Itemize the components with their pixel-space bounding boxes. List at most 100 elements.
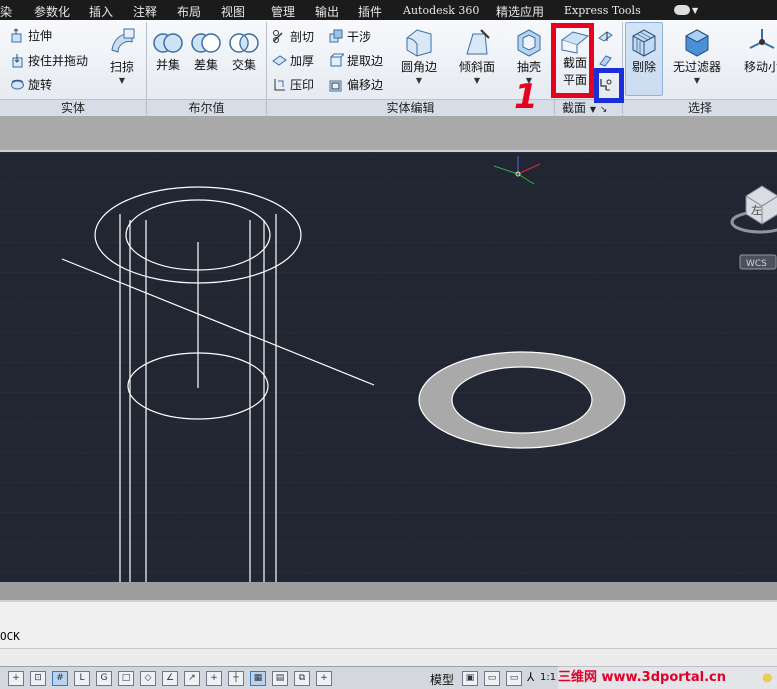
menu-plugins[interactable]: 插件 [358,3,382,20]
sweep-icon [111,28,135,53]
lineweight-icon[interactable]: ┼ [228,671,244,686]
no-filter-button[interactable]: 无过滤器 ▼ [668,26,726,85]
ribbon: 拉伸 按住并拖动 旋转 扫掠 ▼ 实体 并集 差集 交集 布尔值 剖切 加厚 压… [0,20,777,116]
chevron-down-icon: ▼ [473,76,481,85]
grid [0,152,777,582]
menu-view[interactable]: 视图 [221,3,245,20]
extract-edges-icon [330,53,344,66]
menu-insert[interactable]: 插入 [89,3,113,20]
move-gizmo-icon [749,29,775,49]
menu-parametric[interactable]: 参数化 [34,3,70,20]
panel-title-solid: 实体 [0,99,146,116]
quick-view-drawings-icon[interactable]: ▭ [506,671,522,686]
drawing-canvas[interactable]: 左 WCS [0,152,777,582]
menu-express-tools[interactable]: Express Tools [564,4,641,17]
viewcube-face-label[interactable]: 左 [751,204,762,217]
polar-tracking-icon[interactable]: G [96,671,112,686]
menu-layout[interactable]: 布局 [177,3,201,20]
quick-properties-icon[interactable]: ▤ [272,671,288,686]
model-tab[interactable]: 模型 [430,671,454,688]
generate-section-button[interactable] [598,50,613,70]
no-filter-icon [684,29,710,57]
layout-tab-icon[interactable]: ▣ [462,671,478,686]
union-icon [153,33,183,53]
cull-icon [632,29,656,57]
chevron-down-icon[interactable]: ▼ [590,105,596,114]
canvas-bottom-border [0,582,777,600]
shell-icon [517,29,541,57]
offset-edges-icon [329,80,342,91]
subtract-icon [191,33,221,53]
dynamic-input-icon[interactable]: + [206,671,222,686]
annotation-mark-1: 1 [514,77,538,117]
coordinates-icon[interactable]: + [8,671,24,686]
panel-title-solid-editing: 实体编辑 [267,99,554,116]
grid-toggle-icon[interactable]: # [52,671,68,686]
imprint-button[interactable]: 压印 [272,74,314,94]
selection-cycling-icon[interactable]: ⧉ [294,671,310,686]
revolve-button[interactable]: 旋转 [10,74,52,94]
fillet-edge-button[interactable]: 圆角边 ▼ [398,26,440,85]
annotation-blue-box [594,68,624,103]
ortho-toggle-icon[interactable]: L [74,671,90,686]
taper-faces-button[interactable]: 倾斜面 ▼ [455,26,499,85]
3d-osnap-icon[interactable]: ◇ [140,671,156,686]
union-button[interactable]: 并集 [150,30,186,73]
watermark: 三维网 www.3dportal.cn [558,666,777,689]
command-history: OCK [0,600,777,648]
generate-section-icon [599,54,612,67]
command-history-text: OCK [0,630,20,643]
thicken-button[interactable]: 加厚 [272,50,314,70]
chevron-down-icon: ▼ [415,76,423,85]
menu-manage[interactable]: 管理 [271,3,295,20]
move-gizmo-button[interactable]: 移动小 [740,26,777,75]
live-section-icon [598,30,613,42]
interfere-icon [329,29,343,42]
fillet-edge-icon [406,29,432,57]
ribbon-collapsed-strip [0,116,777,152]
offset-edges-button[interactable]: 偏移边 [329,74,383,94]
revolve-icon [11,79,24,89]
imprint-icon [274,78,285,90]
intersect-button[interactable]: 交集 [226,30,262,73]
cloud-icon[interactable] [674,5,690,15]
transparency-icon[interactable]: ▦ [250,671,266,686]
interfere-button[interactable]: 干涉 [329,26,371,46]
panel-title-boolean: 布尔值 [147,99,266,116]
annotation-monitor-icon[interactable]: + [316,671,332,686]
otrack-icon[interactable]: ∠ [162,671,178,686]
command-input-row[interactable] [0,648,777,666]
intersect-icon [229,33,259,53]
taper-faces-icon [466,29,490,55]
slice-icon [273,29,283,43]
osnap-toggle-icon[interactable]: □ [118,671,134,686]
menu-featured-apps[interactable]: 精选应用 [496,3,544,20]
annotation-scale-icon[interactable]: ⅄ [527,670,534,684]
wcs-menu[interactable]: WCS [746,259,767,269]
chevron-down-icon: ▼ [693,76,701,85]
infer-constraints-icon[interactable]: ⊡ [30,671,46,686]
extrude-icon [11,27,22,42]
menu-bar: 染 参数化 插入 注释 布局 视图 管理 输出 插件 Autodesk 360 … [0,0,777,20]
annotation-red-box [551,23,594,98]
live-section-button[interactable] [598,26,613,46]
menu-annotate[interactable]: 注释 [133,3,157,20]
cull-button[interactable]: 剔除 [625,26,663,75]
menu-output[interactable]: 输出 [315,3,339,20]
thicken-icon [272,54,287,66]
subtract-button[interactable]: 差集 [188,30,224,73]
slice-button[interactable]: 剖切 [272,26,314,46]
menu-render[interactable]: 染 [0,3,12,20]
extract-edges-button[interactable]: 提取边 [329,50,383,70]
drawing-viewport[interactable]: 左 WCS [0,152,777,582]
chevron-down-icon[interactable]: ▼ [692,6,698,15]
sweep-button[interactable]: 扫掠 ▼ [102,26,142,85]
menu-autodesk360[interactable]: Autodesk 360 [403,4,479,17]
presspull-button[interactable]: 按住并拖动 [10,50,88,70]
presspull-icon [12,53,23,67]
dynamic-ucs-icon[interactable]: ↗ [184,671,200,686]
chevron-down-icon: ▼ [118,76,126,85]
annotation-scale[interactable]: 1:1 [540,672,556,683]
extrude-button[interactable]: 拉伸 [10,25,52,45]
quick-view-layouts-icon[interactable]: ▭ [484,671,500,686]
